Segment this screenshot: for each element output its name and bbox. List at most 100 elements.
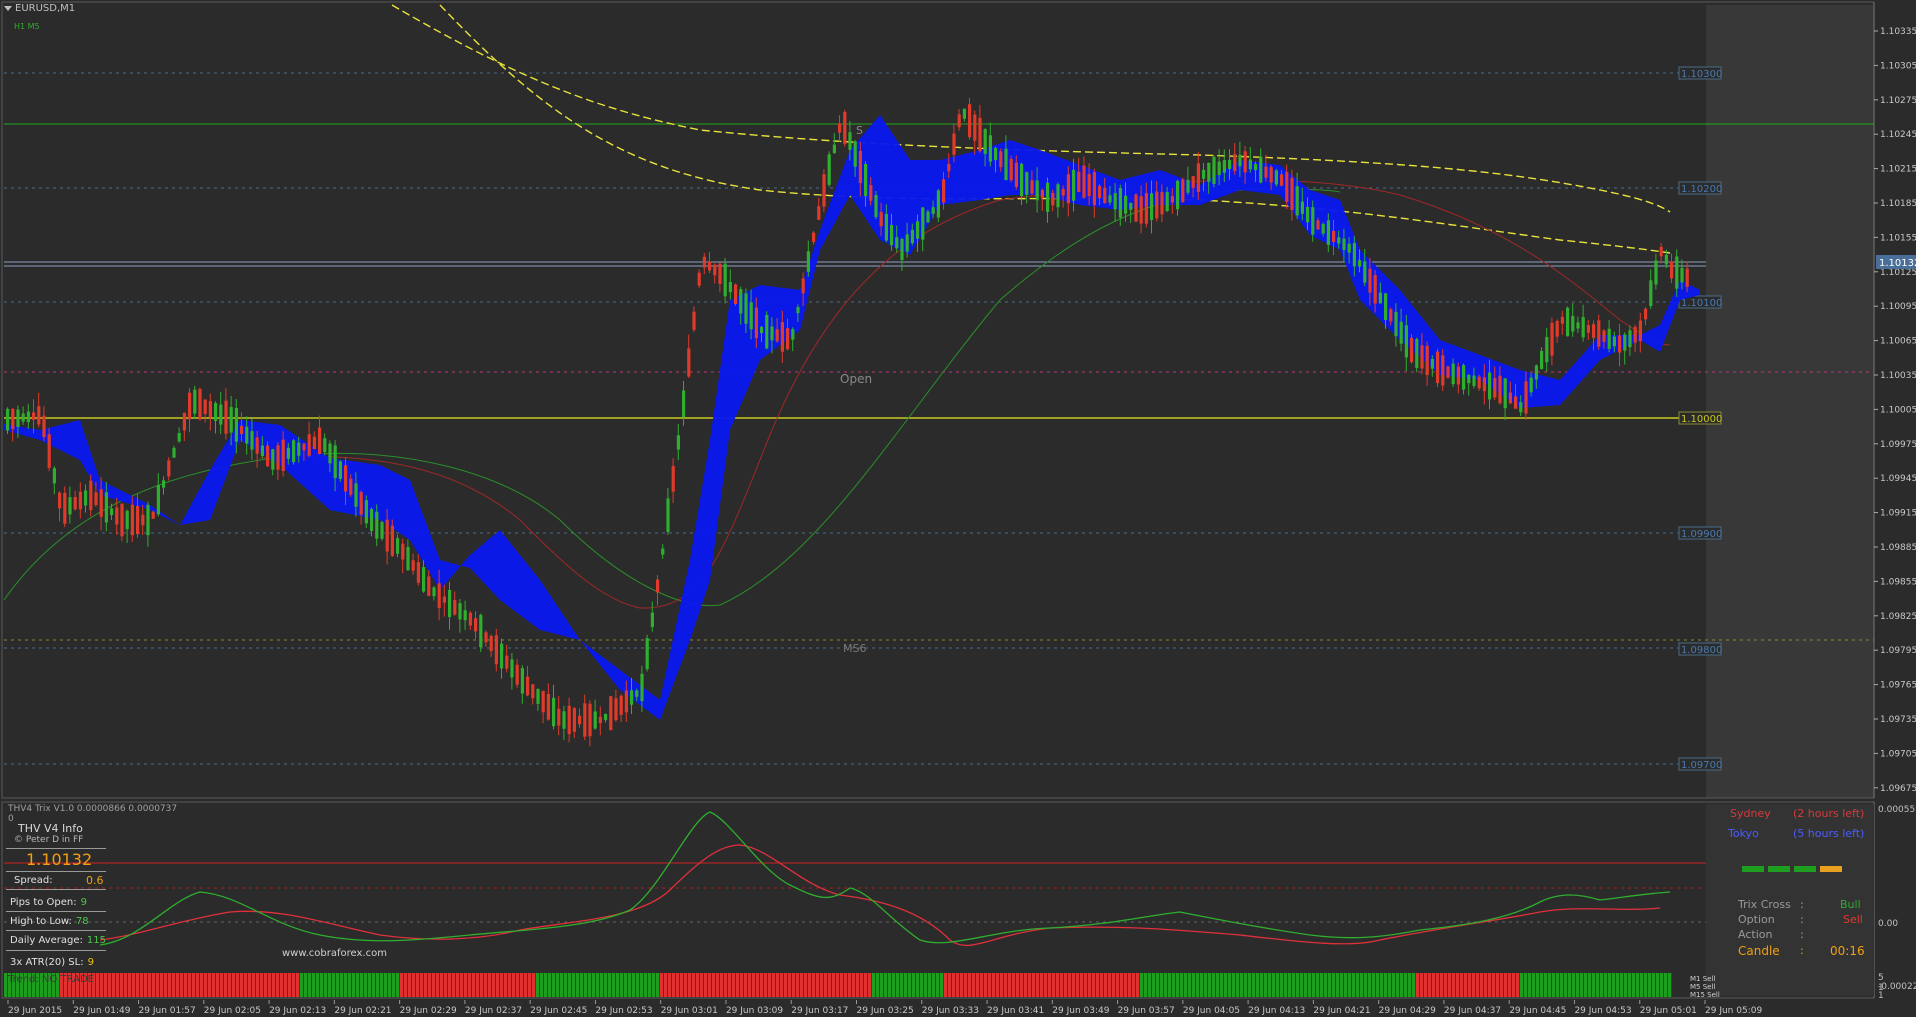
candle-body bbox=[827, 154, 831, 185]
window-title[interactable]: EURUSD,M1 bbox=[4, 3, 75, 14]
histogram-bar bbox=[1288, 973, 1292, 997]
candle-body bbox=[463, 610, 467, 621]
histogram-bar bbox=[1528, 973, 1532, 997]
svg-text:1.09900: 1.09900 bbox=[1681, 529, 1722, 540]
info-author: © Peter D in FF bbox=[14, 835, 84, 845]
histogram-bar bbox=[724, 973, 728, 997]
histogram-bar bbox=[1520, 973, 1524, 997]
histogram-bar bbox=[148, 973, 152, 997]
candle-body bbox=[614, 698, 618, 721]
histogram-bar bbox=[856, 973, 860, 997]
histogram-bar bbox=[932, 973, 936, 997]
histogram-bar bbox=[1640, 973, 1644, 997]
histogram-bar bbox=[768, 973, 772, 997]
histogram-bar bbox=[784, 973, 788, 997]
candle-body bbox=[1144, 193, 1148, 224]
time-tick-label: 29 Jun 04:13 bbox=[1248, 1006, 1305, 1016]
candle-body bbox=[1046, 182, 1050, 212]
candle-body bbox=[52, 468, 56, 484]
price-tick-label: 1.09705 bbox=[1880, 749, 1916, 759]
candle-body bbox=[968, 104, 972, 138]
candle-body bbox=[1274, 170, 1278, 185]
svg-text:1.10000: 1.10000 bbox=[1681, 414, 1722, 425]
histogram-bar bbox=[264, 973, 268, 997]
time-tick-label: 29 Jun 03:57 bbox=[1118, 1006, 1175, 1016]
time-tick-label: 29 Jun 04:21 bbox=[1313, 1006, 1370, 1016]
histogram-bar bbox=[268, 973, 272, 997]
candle-body bbox=[1503, 378, 1507, 409]
histogram-bar bbox=[1008, 973, 1012, 997]
candle-body bbox=[1196, 163, 1200, 192]
session-sydney-left: (2 hours left) bbox=[1793, 807, 1865, 820]
candle-body bbox=[193, 389, 197, 414]
histogram-bar bbox=[1504, 973, 1508, 997]
candle-body bbox=[1597, 320, 1601, 347]
candle-body bbox=[536, 688, 540, 704]
candle-body bbox=[1368, 268, 1372, 293]
candle-body bbox=[1581, 317, 1585, 338]
price-chart[interactable]: 1.10300 1.10200 1.10100 1.10000 1.09900 … bbox=[0, 0, 1916, 800]
candle-body bbox=[1030, 180, 1034, 194]
histogram-bar bbox=[1032, 973, 1036, 997]
histogram-bar bbox=[180, 973, 184, 997]
price-tick-label: 1.10065 bbox=[1880, 337, 1916, 347]
histogram-bar bbox=[928, 973, 932, 997]
histogram-bar bbox=[988, 973, 992, 997]
candle-body bbox=[713, 264, 717, 276]
candle-body bbox=[312, 436, 316, 450]
candle-body bbox=[1378, 292, 1382, 304]
histogram-bar bbox=[708, 973, 712, 997]
histogram-bar bbox=[340, 973, 344, 997]
candle-body bbox=[21, 413, 25, 422]
candle-body bbox=[1472, 375, 1476, 386]
candle-body bbox=[354, 483, 358, 507]
candle-body bbox=[572, 708, 576, 732]
svg-text:5: 5 bbox=[1878, 973, 1884, 983]
candle-body bbox=[1061, 189, 1065, 196]
histogram-bar bbox=[1180, 973, 1184, 997]
candle-body bbox=[749, 302, 753, 330]
trix-indicator[interactable]: 0.000559 0.00 -0.000225 5 1 1 M1 Sell M5… bbox=[0, 800, 1916, 1000]
histogram-bar bbox=[1312, 973, 1316, 997]
candle-body bbox=[879, 211, 883, 227]
candle-body bbox=[593, 711, 597, 729]
svg-text:M15 Sell: M15 Sell bbox=[1690, 991, 1720, 999]
histogram-bar bbox=[400, 973, 404, 997]
candle-body bbox=[874, 195, 878, 217]
histogram-bar bbox=[200, 973, 204, 997]
candle-body bbox=[94, 492, 98, 505]
histogram-bar bbox=[416, 973, 420, 997]
candle-body bbox=[1113, 193, 1117, 210]
histogram-bar bbox=[1080, 973, 1084, 997]
histogram-bar bbox=[1328, 973, 1332, 997]
histogram-bar bbox=[256, 973, 260, 997]
candle-body bbox=[1462, 365, 1466, 390]
candle-body bbox=[1441, 355, 1445, 386]
candle-body bbox=[141, 514, 145, 526]
candle-body bbox=[364, 500, 368, 524]
candle-body bbox=[302, 443, 306, 451]
candle-body bbox=[427, 576, 431, 597]
divider bbox=[6, 848, 106, 849]
collapse-icon[interactable] bbox=[4, 5, 12, 11]
candle-body bbox=[1352, 243, 1356, 267]
histogram-bar bbox=[308, 973, 312, 997]
chart-window[interactable]: 1.10300 1.10200 1.10100 1.10000 1.09900 … bbox=[0, 0, 1916, 1017]
histogram-bar bbox=[116, 973, 120, 997]
histogram-bar bbox=[1372, 973, 1376, 997]
histogram-bar bbox=[1220, 973, 1224, 997]
histogram-bar bbox=[684, 973, 688, 997]
candle-body bbox=[1306, 207, 1310, 223]
candle-body bbox=[1222, 160, 1226, 173]
candle-body bbox=[1035, 180, 1039, 201]
price-tick-label: 1.09765 bbox=[1880, 681, 1916, 691]
candle-body bbox=[1228, 159, 1232, 170]
histogram-bar bbox=[1336, 973, 1340, 997]
histogram-bar bbox=[1168, 973, 1172, 997]
time-axis: 29 Jun 2015 29 Jun 01:49 29 Jun 01:57 29 Ju… bbox=[0, 1000, 1916, 1017]
histogram-bar bbox=[1492, 973, 1496, 997]
histogram-bar bbox=[672, 973, 676, 997]
candle-body bbox=[916, 221, 920, 239]
histogram-bar bbox=[472, 973, 476, 997]
candle-body bbox=[130, 504, 134, 536]
